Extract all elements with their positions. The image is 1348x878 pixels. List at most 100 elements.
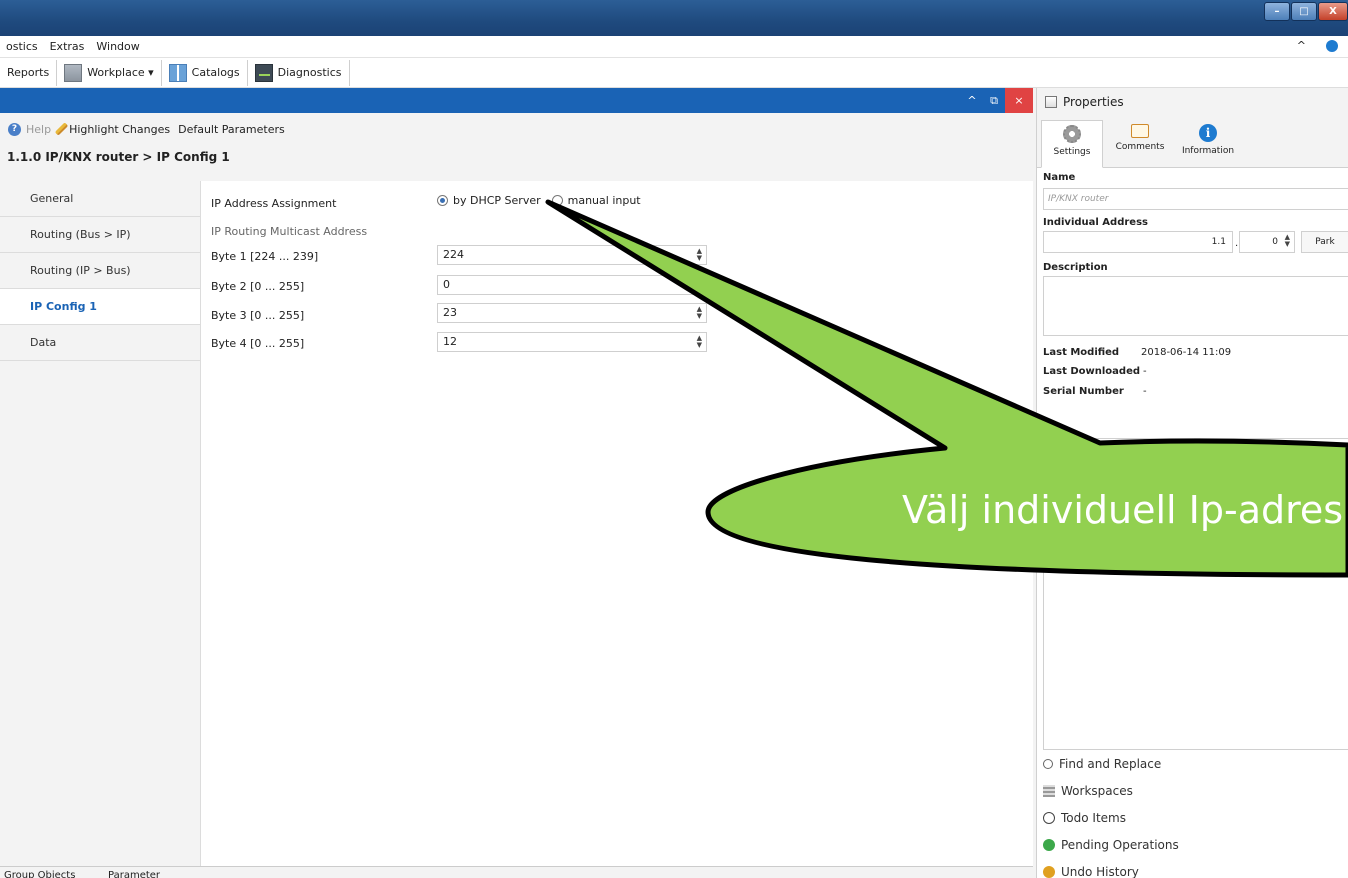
- nav-item-general[interactable]: General: [0, 181, 200, 217]
- byte3-spinner[interactable]: ▲ ▼: [697, 306, 702, 320]
- tab-information[interactable]: i Information: [1177, 120, 1239, 168]
- pane-pending[interactable]: Pending Operations: [1037, 831, 1348, 858]
- help-label: Help: [26, 122, 52, 136]
- last-downloaded-label: Last Downloaded: [1043, 366, 1141, 377]
- close-button[interactable]: X: [1318, 2, 1348, 21]
- highlight-changes-button[interactable]: Highlight Changes: [54, 122, 171, 136]
- menu-item-window[interactable]: Window: [96, 40, 139, 53]
- byte1-value: 224: [443, 248, 464, 261]
- properties-icon: [1045, 96, 1057, 108]
- panel-close-button[interactable]: ×: [1005, 88, 1033, 113]
- nav-item-routing-bus-ip[interactable]: Routing (Bus > IP): [0, 217, 200, 253]
- workplace-button[interactable]: Workplace ▾: [57, 59, 162, 86]
- pane-pending-label: Pending Operations: [1061, 837, 1179, 852]
- pane-find-replace[interactable]: Find and Replace: [1037, 750, 1348, 777]
- diagnostics-button[interactable]: Diagnostics: [248, 59, 350, 86]
- nav-item-routing-ip-bus[interactable]: Routing (IP > Bus): [0, 253, 200, 289]
- menu-item-extras[interactable]: Extras: [50, 40, 85, 53]
- bottom-tabs: Group Objects Parameter: [0, 866, 1033, 878]
- name-placeholder: IP/KNX router: [1048, 194, 1109, 204]
- highlight-label: Highlight Changes: [69, 122, 171, 136]
- panel-collapse-icon[interactable]: ^: [961, 94, 983, 107]
- ribbon-collapse-button[interactable]: ^: [1297, 39, 1306, 52]
- byte1-label: Byte 1 [224 ... 239]: [211, 250, 319, 263]
- nav-item-data[interactable]: Data: [0, 325, 200, 361]
- dhcp-label: by DHCP Server: [453, 194, 541, 207]
- comment-icon: [1131, 124, 1149, 138]
- park-label: Park: [1315, 237, 1335, 247]
- byte1-input[interactable]: 224 ▲ ▼: [437, 245, 707, 265]
- catalogs-icon: [168, 63, 187, 82]
- maximize-button[interactable]: □: [1291, 2, 1317, 21]
- main-toolbar: Reports Workplace ▾ Catalogs Diagnostics: [0, 58, 1348, 88]
- byte4-value: 12: [443, 335, 457, 348]
- reports-button[interactable]: Reports: [0, 59, 58, 86]
- pane-find-label: Find and Replace: [1059, 756, 1162, 771]
- address-spinner[interactable]: ▲ ▼: [1285, 234, 1290, 248]
- byte3-input[interactable]: 23 ▲ ▼: [437, 303, 707, 323]
- window-controls: – □ X: [1263, 2, 1348, 21]
- last-modified-value: 2018-06-14 11:09: [1141, 347, 1232, 358]
- undo-icon: [1043, 865, 1055, 878]
- pane-undo-label: Undo History: [1061, 864, 1139, 878]
- gear-icon: [1063, 125, 1081, 143]
- byte4-spinner[interactable]: ▲ ▼: [697, 335, 702, 349]
- tab-settings[interactable]: Settings: [1041, 120, 1103, 168]
- tab-group-objects[interactable]: Group Objects: [4, 870, 75, 878]
- properties-title: Properties: [1063, 95, 1124, 109]
- properties-extra-area: [1043, 438, 1348, 750]
- description-label: Description: [1043, 262, 1108, 273]
- byte4-input[interactable]: 12 ▲ ▼: [437, 332, 707, 352]
- pane-todo-label: Todo Items: [1061, 810, 1126, 825]
- pane-todo[interactable]: Todo Items: [1037, 804, 1348, 831]
- help-button[interactable]: ? Help: [8, 122, 52, 136]
- byte2-label: Byte 2 [0 ... 255]: [211, 280, 305, 293]
- properties-tabs: Settings Comments i Information: [1037, 116, 1348, 168]
- help-icon[interactable]: [1326, 39, 1338, 52]
- minimize-button[interactable]: –: [1264, 2, 1290, 21]
- defaults-label: Default Parameters: [178, 122, 285, 136]
- reports-label: Reports: [7, 66, 50, 79]
- nav-item-ip-config-1[interactable]: IP Config 1: [0, 289, 200, 325]
- tab-comments[interactable]: Comments: [1109, 120, 1171, 168]
- play-icon: [1043, 838, 1055, 851]
- byte1-spinner[interactable]: ▲ ▼: [697, 248, 702, 262]
- workspaces-icon: [1043, 784, 1055, 797]
- diagnostics-icon: [254, 63, 273, 82]
- search-icon: [1043, 758, 1053, 769]
- serial-label: Serial Number: [1043, 386, 1124, 397]
- address-value: 0: [1272, 237, 1278, 247]
- parameter-toolbar: ? Help Highlight Changes Default Paramet…: [0, 113, 1033, 145]
- panel-controls: ^ ⧉ ×: [961, 88, 1033, 113]
- manual-radio[interactable]: [551, 195, 563, 206]
- byte2-input[interactable]: 0: [437, 275, 707, 295]
- address-dot: .: [1235, 238, 1239, 249]
- menu-right-tools: ^: [1291, 39, 1344, 52]
- address-prefix-field: 1.1: [1043, 231, 1233, 253]
- default-parameters-button[interactable]: Default Parameters: [178, 123, 285, 136]
- callout-text: Välj individuell Ip-adres: [902, 488, 1344, 532]
- menu-item-diagnostics[interactable]: ostics: [6, 40, 38, 53]
- park-button[interactable]: Park: [1301, 231, 1348, 253]
- side-panes: Find and Replace Workspaces Todo Items P…: [1037, 750, 1348, 878]
- byte2-value: 0: [443, 278, 450, 291]
- pane-undo[interactable]: Undo History: [1037, 858, 1348, 878]
- properties-header: Properties: [1037, 88, 1348, 116]
- last-downloaded-value: -: [1143, 366, 1147, 377]
- name-label: Name: [1043, 172, 1076, 183]
- byte3-value: 23: [443, 306, 457, 319]
- pane-workspaces[interactable]: Workspaces: [1037, 777, 1348, 804]
- dhcp-radio[interactable]: [437, 195, 448, 206]
- address-input[interactable]: 0 ▲ ▼: [1239, 231, 1295, 253]
- catalogs-button[interactable]: Catalogs: [162, 59, 248, 86]
- breadcrumb: 1.1.0 IP/KNX router > IP Config 1: [7, 150, 230, 164]
- question-icon: ?: [8, 122, 21, 136]
- properties-panel: Properties Settings Comments i Informati…: [1036, 88, 1348, 878]
- description-input[interactable]: [1043, 276, 1348, 336]
- panel-restore-icon[interactable]: ⧉: [983, 94, 1005, 108]
- ip-assignment-options: by DHCP Server manual input: [437, 194, 641, 207]
- clock-icon: [1043, 811, 1055, 824]
- name-input[interactable]: IP/KNX router: [1043, 188, 1348, 210]
- multicast-label: IP Routing Multicast Address: [211, 225, 368, 238]
- tab-parameter[interactable]: Parameter: [108, 870, 160, 878]
